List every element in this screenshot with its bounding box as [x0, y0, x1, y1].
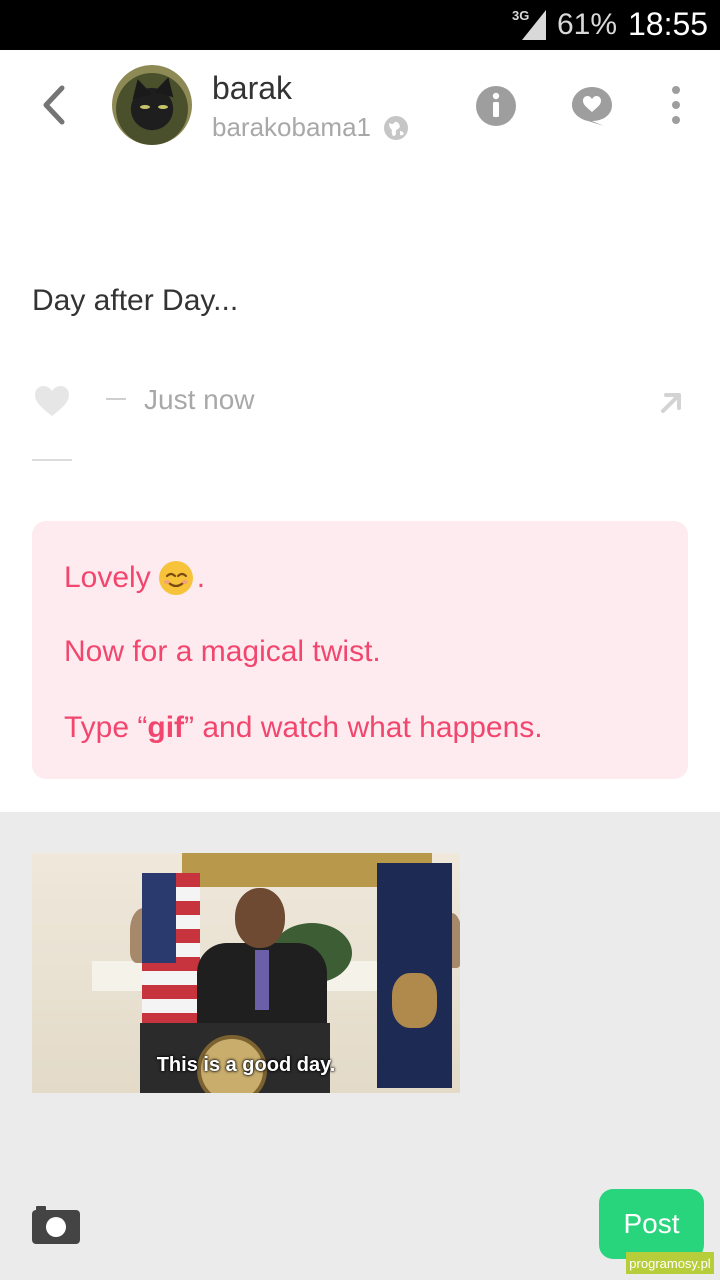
status-bar: 3G 61% 18:55	[0, 0, 720, 50]
more-icon[interactable]	[664, 85, 688, 127]
tip-line-1: Lovely .	[64, 559, 205, 597]
gif-preview[interactable]: This is a good day.	[32, 853, 460, 1093]
heart-icon[interactable]	[34, 385, 70, 417]
composer-area: This is a good day. Post	[0, 812, 720, 1280]
contact-name: barak	[212, 70, 293, 106]
post-text: Day after Day...	[32, 284, 239, 317]
watermark: programosy.pl	[626, 1252, 714, 1274]
globe-icon	[384, 115, 408, 140]
separator-dash	[106, 398, 126, 400]
contact-handle: barakobama1	[212, 112, 371, 142]
tip-line-3-suffix: ” and watch what happens.	[184, 711, 543, 744]
camera-icon[interactable]	[32, 1204, 80, 1244]
contact-handle-row: barakobama1	[212, 112, 409, 143]
post-button[interactable]: Post	[599, 1189, 704, 1259]
share-arrow-icon[interactable]	[658, 390, 684, 416]
tip-line-3-prefix: Type “	[64, 711, 148, 744]
tip-card: Lovely . Now for a magical twist. Type “…	[32, 521, 688, 779]
back-icon[interactable]	[32, 80, 76, 130]
chat-icon[interactable]	[571, 85, 613, 127]
divider	[32, 459, 72, 461]
tip-line-1-text: Lovely	[64, 561, 151, 594]
signal-icon	[522, 10, 546, 40]
battery-level: 61%	[557, 8, 618, 41]
clock: 18:55	[628, 6, 709, 42]
tip-keyword: gif	[147, 711, 185, 744]
tip-line-3: Type “gif” and watch what happens.	[64, 711, 543, 745]
info-icon[interactable]	[475, 85, 517, 127]
avatar[interactable]	[112, 65, 192, 145]
tip-line-1-suffix: .	[196, 561, 206, 594]
gif-caption: This is a good day.	[156, 1054, 336, 1076]
conversation-header: barak barakobama1	[0, 50, 720, 160]
smiling-face-emoji-icon	[158, 561, 193, 595]
tip-line-2: Now for a magical twist.	[64, 635, 381, 668]
post-timestamp: Just now	[144, 384, 255, 415]
